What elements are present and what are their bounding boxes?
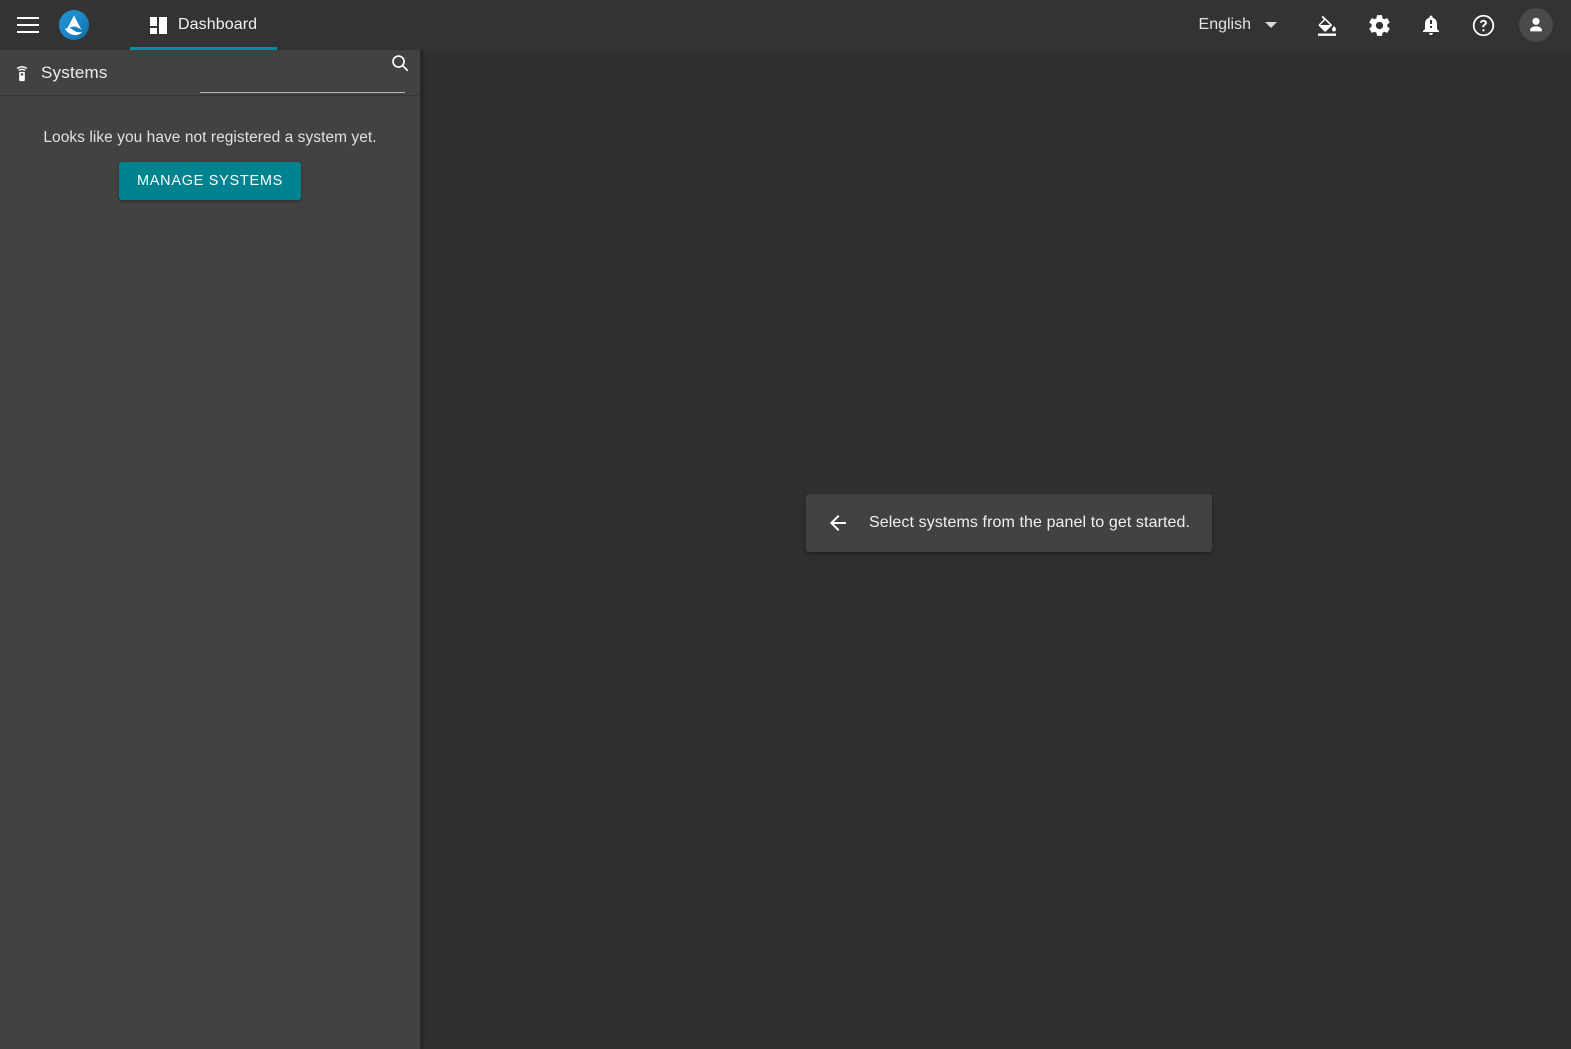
- theme-button[interactable]: [1301, 0, 1353, 50]
- menu-icon[interactable]: [0, 0, 56, 50]
- top-bar-right: English: [1191, 0, 1571, 50]
- search-icon: [392, 55, 409, 72]
- tab-dashboard-label: Dashboard: [178, 16, 258, 33]
- select-systems-hint-text: Select systems from the panel to get sta…: [869, 514, 1191, 531]
- app-root: Dashboard English Systems Looks like you…: [0, 0, 1571, 1049]
- language-label: English: [1198, 16, 1251, 33]
- search-button[interactable]: [386, 49, 414, 77]
- sidebar-header: Systems: [0, 50, 420, 96]
- select-systems-hint: Select systems from the panel to get sta…: [806, 494, 1213, 552]
- language-selector[interactable]: English: [1191, 10, 1287, 40]
- notifications-button[interactable]: [1405, 0, 1457, 50]
- person-icon: [1530, 17, 1542, 32]
- bell-alert-icon: [1423, 15, 1439, 35]
- format-color-fill-icon: [1318, 15, 1336, 36]
- account-button[interactable]: [1519, 8, 1553, 42]
- main-content: Select systems from the panel to get sta…: [421, 50, 1571, 1049]
- top-bar-left: Dashboard: [0, 0, 278, 50]
- gear-icon: [1368, 14, 1390, 36]
- search-input[interactable]: [200, 53, 377, 92]
- dashboard-icon: [150, 16, 167, 34]
- top-bar-tabs: Dashboard: [130, 0, 278, 50]
- tab-dashboard[interactable]: Dashboard: [130, 0, 278, 50]
- help-circle-icon: [1472, 14, 1494, 36]
- manage-systems-button[interactable]: MANAGE SYSTEMS: [119, 162, 301, 200]
- sidebar-title: Systems: [41, 62, 108, 82]
- sidebar-search: [200, 53, 409, 93]
- brand-logo-icon[interactable]: [58, 9, 90, 41]
- systems-sidebar: Systems Looks like you have not register…: [0, 50, 421, 1049]
- top-bar: Dashboard English: [0, 0, 1571, 50]
- empty-state-message: Looks like you have not registered a sys…: [43, 129, 377, 146]
- chevron-down-icon: [1265, 22, 1277, 28]
- arrow-left-icon: [830, 515, 846, 531]
- help-button[interactable]: [1457, 0, 1509, 50]
- sidebar-empty-state: Looks like you have not registered a sys…: [0, 96, 420, 200]
- hamburger-bars: [17, 17, 39, 33]
- settings-button[interactable]: [1353, 0, 1405, 50]
- settings-remote-icon: [16, 65, 28, 81]
